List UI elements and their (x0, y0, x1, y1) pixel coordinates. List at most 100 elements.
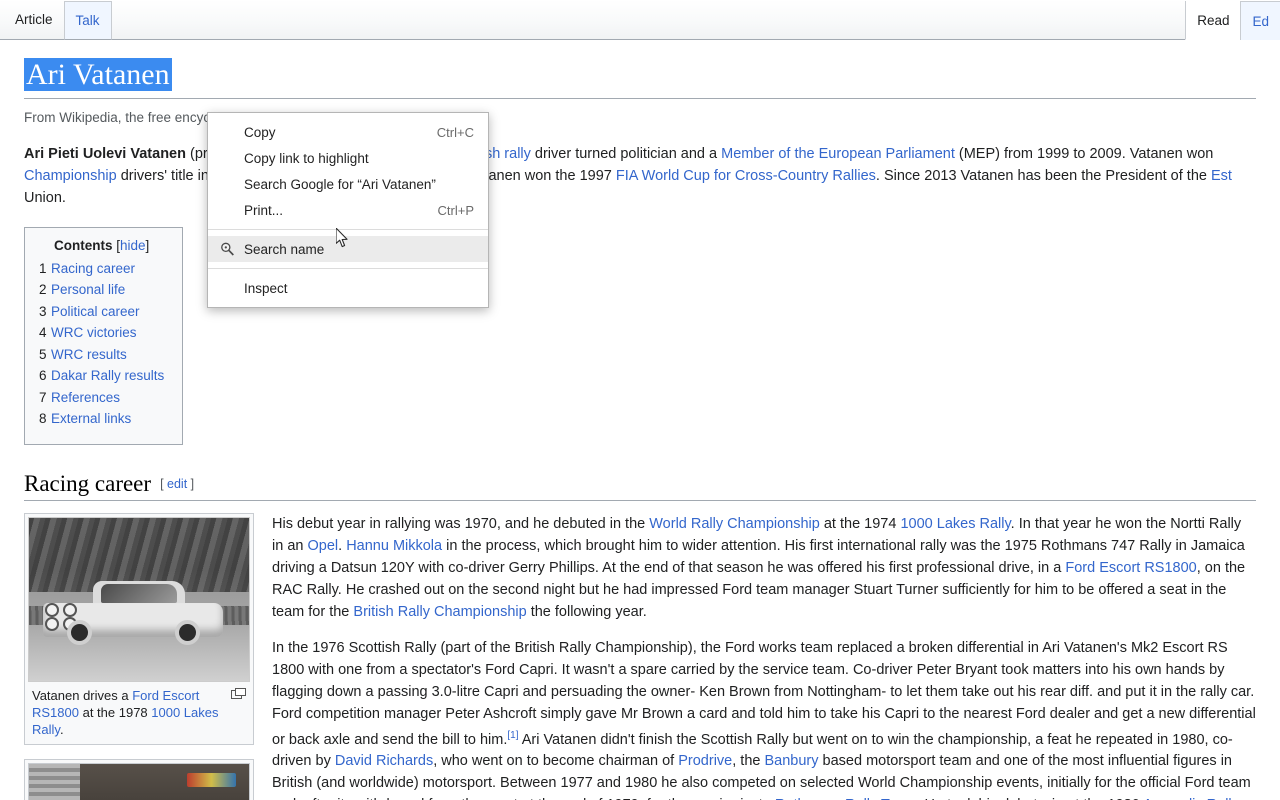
tab-read[interactable]: Read (1185, 1, 1241, 40)
thumbnail-caption: Vatanen drives a Ford Escort RS1800 at t… (28, 682, 250, 741)
context-menu-item-label: Search name (244, 241, 325, 257)
table-of-contents: Contents [hide] 1 Racing career 2 Personal… (24, 226, 184, 445)
page-title: Ari Vatanen (24, 56, 1256, 99)
lead-mid-1: driver turned politician and a (530, 145, 722, 162)
context-menu-item-search-name[interactable]: Search name (208, 236, 488, 262)
list-item[interactable]: 8 External links (39, 410, 164, 427)
link-fia-world-cup[interactable]: FIA World Cup for Cross-Country Rallies (616, 168, 876, 184)
caption-text-3: . (59, 721, 64, 737)
context-menu-item-inspect[interactable]: Inspect (208, 275, 488, 301)
namespace-tabs: Article Talk (0, 0, 112, 40)
toc-num: 2 (39, 282, 47, 297)
link-est[interactable]: Est (1211, 168, 1232, 184)
p2-t4: , the (732, 753, 765, 770)
context-menu-item-print[interactable]: Print... Ctrl+P (208, 197, 488, 223)
section-edit-link: [ edit ] (160, 477, 194, 491)
subject-name-bold: Ari Pieti Uolevi Vatanen (24, 145, 186, 162)
caption-text-1: Vatanen drives a (32, 687, 133, 703)
lead-line2-after: . Since 2013 Vatanen has been the Presid… (875, 167, 1211, 184)
toc-num: 5 (39, 346, 47, 362)
toc-link-racing-career[interactable]: Racing career (51, 261, 135, 276)
list-item[interactable]: 6 Dakar Rally results (39, 367, 164, 384)
list-item[interactable]: 2 Personal life (39, 281, 164, 298)
lead-line3: Union. (24, 189, 66, 206)
section-heading-racing-career: Racing career [ edit ] (24, 471, 1256, 501)
tab-talk-label: Talk (75, 13, 100, 29)
thumbnail-ford-escort[interactable]: Vatanen drives a Ford Escort RS1800 at t… (24, 512, 254, 745)
toc-link-references[interactable]: References (51, 390, 120, 405)
context-menu-item-search-google[interactable]: Search Google for “Ari Vatanen” (208, 171, 488, 197)
list-item[interactable]: 5 WRC results (39, 346, 164, 363)
section-heading-label: Racing career (24, 470, 152, 496)
context-menu[interactable]: Copy Ctrl+C Copy link to highlight Searc… (207, 112, 489, 308)
toc-toggle-close: ] (145, 237, 150, 253)
tab-article-label: Article (15, 12, 53, 28)
link-world-rally-championship[interactable]: World Rally Championship (649, 516, 820, 532)
toc-title-label: Contents (53, 237, 113, 253)
view-tabs: Read Ed (1185, 0, 1280, 40)
link-1000-lakes-rally[interactable]: 1000 Lakes Rally (900, 516, 1010, 532)
tab-bar: Article Talk Read Ed (0, 0, 1280, 40)
edit-bracket-open: [ (160, 476, 164, 491)
toc-link-personal-life[interactable]: Personal life (51, 282, 125, 297)
link-member-european-parliament[interactable]: Member of the European Parliament (721, 146, 955, 162)
caption-text-2: at the 1978 (78, 704, 152, 720)
link-ford-escort-rs1800[interactable]: Ford Escort RS1800 (1065, 560, 1196, 576)
reference-link-1[interactable]: [1] (507, 730, 518, 741)
toc-link-political-career[interactable]: Political career (51, 304, 140, 319)
edit-bracket-close: ] (190, 476, 195, 491)
section-body: Vatanen drives a Ford Escort RS1800 at t… (24, 512, 1256, 800)
link-david-richards[interactable]: David Richards (335, 753, 433, 769)
figure-column: Vatanen drives a Ford Escort RS1800 at t… (24, 512, 254, 800)
list-item[interactable]: 4 WRC victories (39, 324, 164, 341)
tab-read-label: Read (1197, 12, 1230, 28)
context-menu-item-copy-link-to-highlight[interactable]: Copy link to highlight (208, 145, 488, 171)
edit-link[interactable]: edit (167, 477, 187, 491)
context-menu-item-label: Inspect (244, 280, 288, 296)
context-menu-item-label: Copy (244, 124, 276, 140)
lead-line2-mid: drivers' title in (116, 167, 213, 184)
magnifier-icon (221, 242, 234, 256)
toc-link-wrc-results[interactable]: WRC results (51, 347, 127, 362)
list-item[interactable]: 7 References (39, 389, 164, 406)
link-prodrive[interactable]: Prodrive (678, 753, 732, 769)
context-menu-item-label: Copy link to highlight (244, 150, 369, 166)
toc-list: 1 Racing career 2 Personal life 3 Political… (39, 260, 164, 428)
p1-t2: at the 1974 (819, 515, 901, 532)
link-opel[interactable]: Opel (307, 538, 338, 554)
p1-t7: the following year. (526, 603, 647, 620)
link-banbury[interactable]: Banbury (764, 753, 818, 769)
toc-link-dakar-rally-results[interactable]: Dakar Rally results (51, 368, 164, 383)
toc-num: 4 (39, 325, 47, 340)
rally-cars-garage-photo[interactable] (28, 762, 250, 800)
page-title-selected-text: Ari Vatanen (24, 58, 172, 91)
thumbnail-rally-cars-garage[interactable] (24, 758, 254, 800)
toc-link-external-links[interactable]: External links (51, 411, 131, 426)
magnify-icon[interactable] (231, 687, 246, 699)
toc-toggle-link[interactable]: hide (120, 238, 146, 253)
context-menu-item-label: Search Google for “Ari Vatanen” (244, 176, 436, 192)
tab-talk[interactable]: Talk (63, 1, 112, 40)
toc-num: 6 (39, 368, 47, 383)
tab-edit[interactable]: Ed (1240, 1, 1280, 40)
context-menu-item-shortcut: Ctrl+P (437, 202, 474, 218)
list-item[interactable]: 3 Political career (39, 303, 164, 320)
toc-link-wrc-victories[interactable]: WRC victories (51, 325, 137, 340)
context-menu-item-copy[interactable]: Copy Ctrl+C (208, 119, 488, 145)
context-menu-separator (208, 268, 488, 269)
context-menu-separator (208, 229, 488, 230)
article-content: Ari Vatanen From Wikipedia, the free enc… (0, 56, 1280, 800)
paragraph-1: His debut year in rallying was 1970, and… (272, 513, 1256, 623)
toc-num: 8 (39, 411, 47, 426)
list-item[interactable]: 1 Racing career (39, 260, 164, 277)
p1-t4: . (338, 537, 347, 554)
lead-mid-2: (MEP) from 1999 to 2009. Vatanen won (954, 145, 1214, 162)
p2-t3: , who went on to become chairman of (433, 753, 679, 770)
link-championship[interactable]: Championship (24, 168, 117, 184)
link-british-rally-championship[interactable]: British Rally Championship (353, 604, 526, 620)
ford-escort-rally-photo[interactable] (28, 516, 250, 682)
link-hannu-mikkola[interactable]: Hannu Mikkola (346, 538, 442, 554)
tab-article[interactable]: Article (4, 0, 64, 39)
reference-marker-1[interactable]: [1] (507, 730, 518, 741)
toc-num: 3 (39, 303, 47, 319)
